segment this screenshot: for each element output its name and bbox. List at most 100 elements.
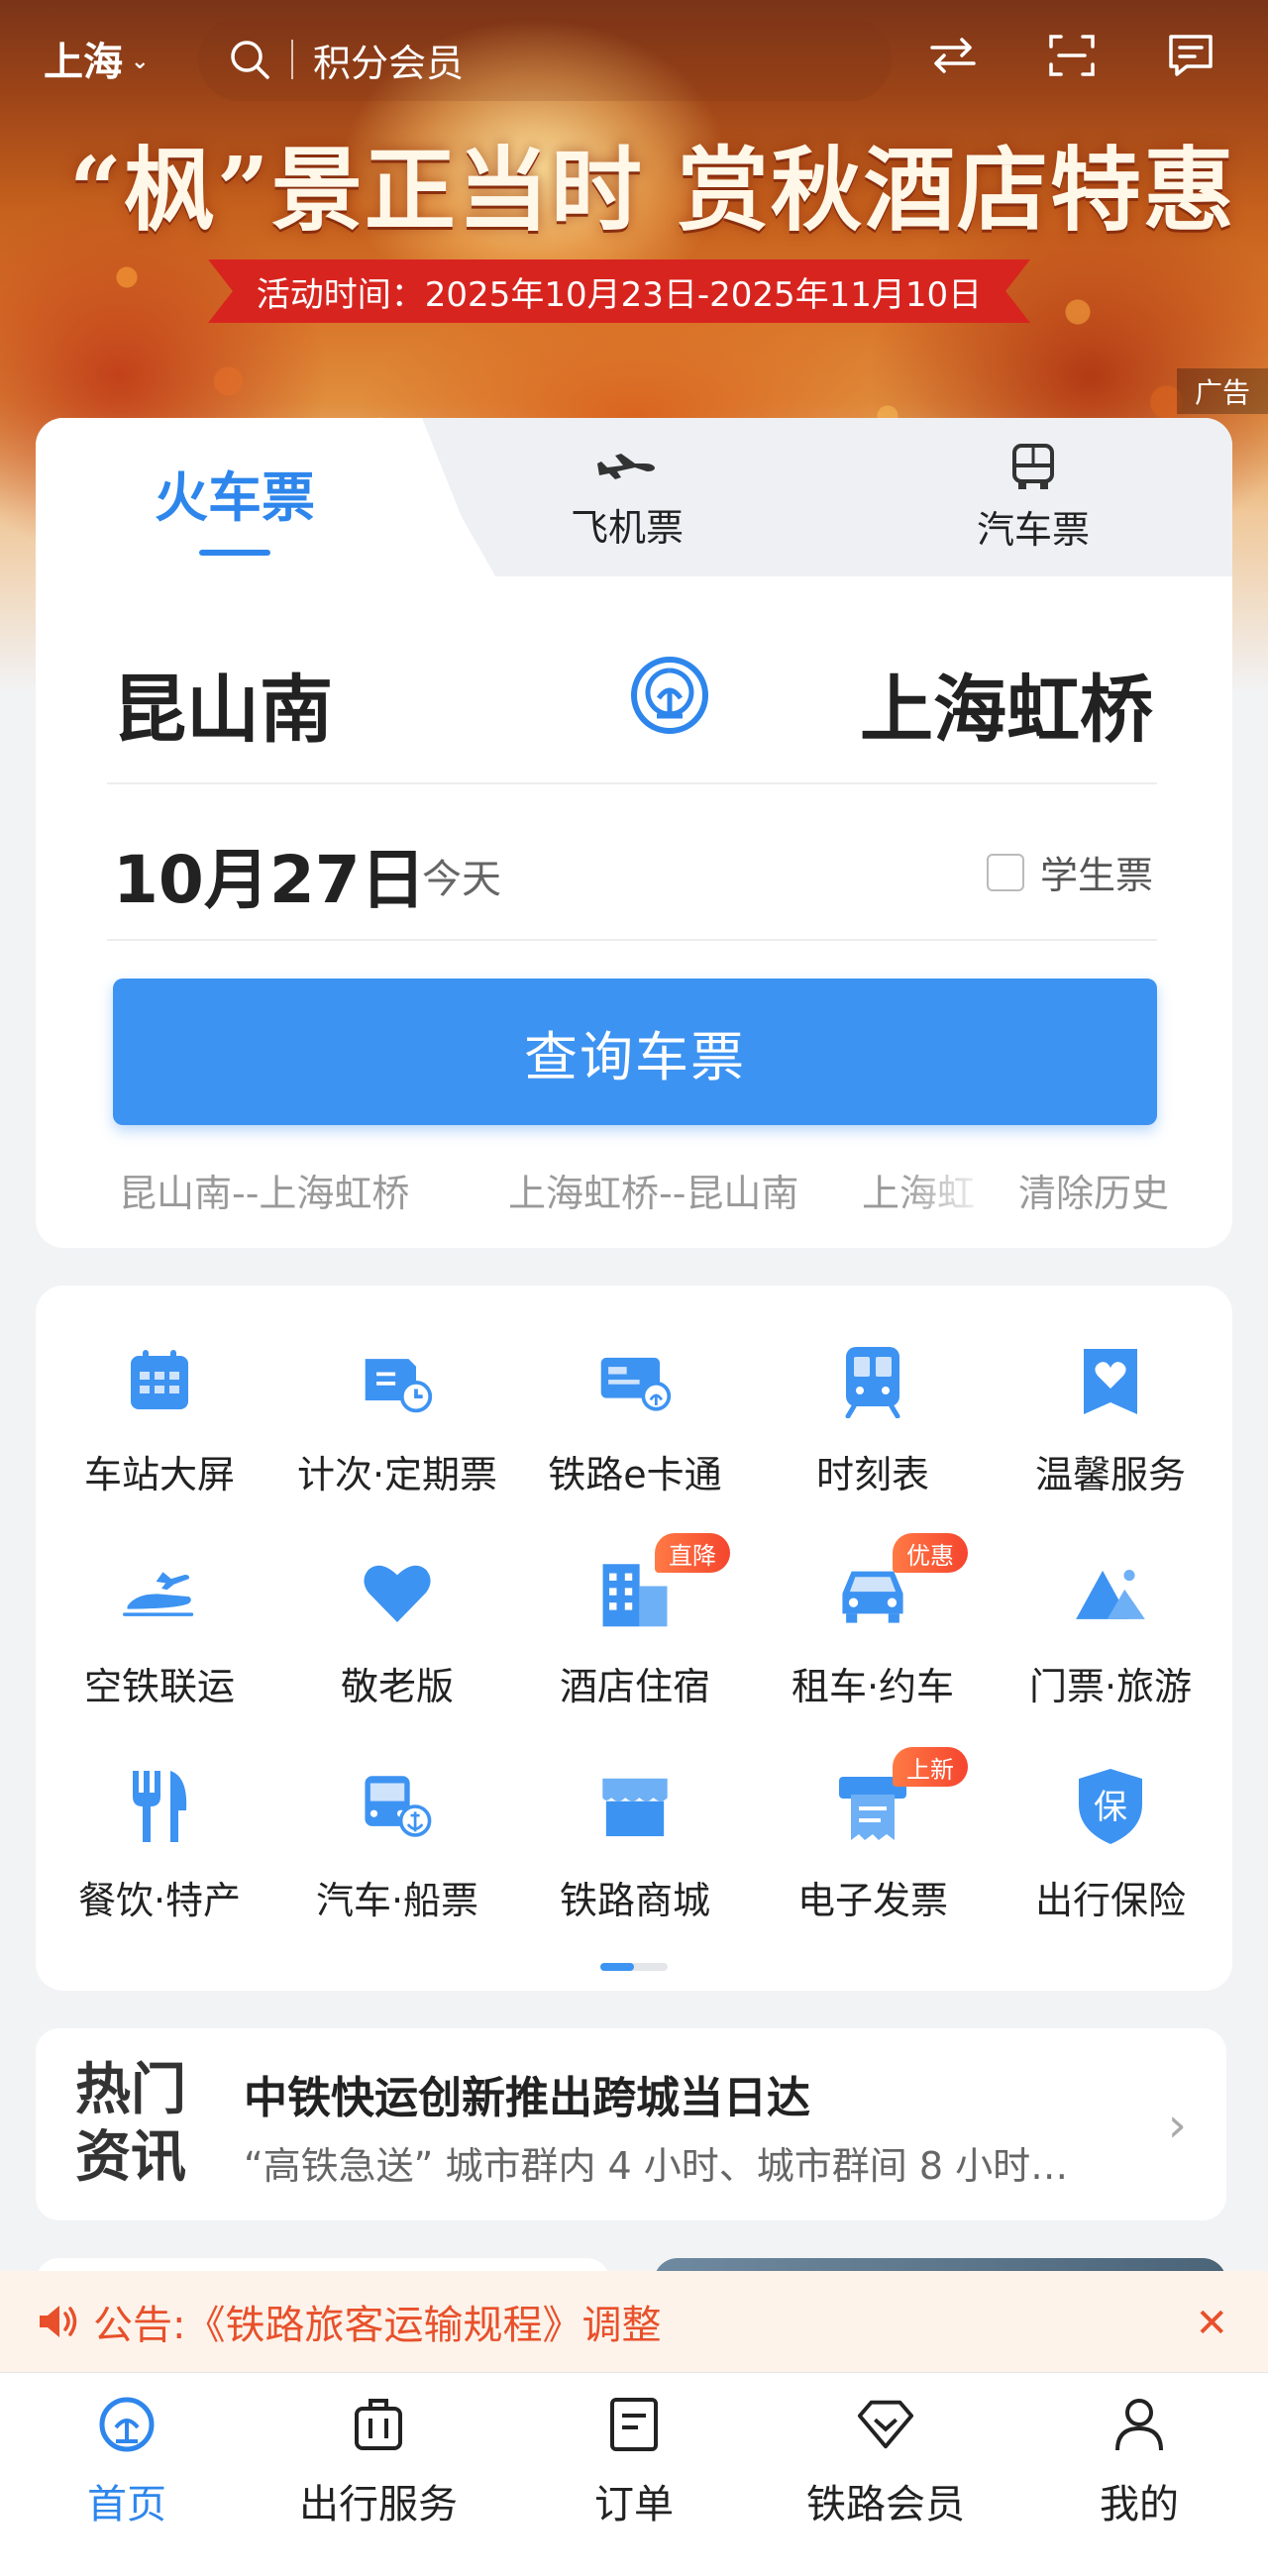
nav-label: 铁路会员 [806, 2482, 965, 2527]
nav-label: 我的 [1100, 2482, 1179, 2527]
nav-home[interactable]: 首页 [18, 2395, 236, 2529]
hot-news-card[interactable]: 热门 资讯 中铁快运创新推出跨城当日达 “高铁急送” 城市群内 4 小时、城市群… [36, 2028, 1226, 2220]
tab-label: 火车票 [155, 466, 315, 529]
service-rail-mall[interactable]: 铁路商城 [516, 1769, 754, 1927]
student-ticket-option[interactable]: 学生票 [986, 845, 1153, 899]
user-icon [1110, 2395, 1169, 2454]
nav-orders[interactable]: 订单 [525, 2395, 743, 2529]
nav-travel-services[interactable]: 出行服务 [269, 2395, 487, 2529]
service-label: 出行保险 [1034, 1879, 1186, 1922]
top-actions [925, 28, 1218, 83]
nav-label: 订单 [594, 2482, 674, 2527]
service-periodic-ticket[interactable]: 计次·定期票 [278, 1343, 516, 1501]
city-label: 上海 [44, 40, 123, 85]
service-label: 电子发票 [796, 1879, 948, 1922]
order-list-icon [604, 2395, 664, 2454]
service-rail-ecard[interactable]: 铁路e卡通 [516, 1343, 754, 1501]
announcement-bar[interactable]: 公告:《铁路旅客运输规程》调整 ✕ [0, 2271, 1268, 2372]
nav-label: 首页 [87, 2482, 166, 2527]
service-air-rail[interactable]: 空铁联运 [41, 1555, 278, 1713]
train-front-icon [835, 1343, 910, 1418]
speaker-icon [40, 2306, 77, 2337]
service-label: 酒店住宿 [559, 1665, 710, 1708]
service-travel-insurance[interactable]: 保 出行保险 [992, 1769, 1229, 1927]
search-history: 昆山南--上海虹桥 上海虹桥--昆山南 上海虹 清除历史 [119, 1163, 1179, 1218]
announcement-text: 公告:《铁路旅客运输规程》调整 [93, 2303, 662, 2348]
nav-label: 出行服务 [299, 2482, 458, 2527]
message-icon[interactable] [1163, 28, 1218, 83]
switch-icon[interactable] [925, 28, 981, 83]
service-label: 铁路e卡通 [548, 1453, 722, 1496]
service-label: 餐饮·特产 [77, 1879, 242, 1922]
search-separator [291, 40, 293, 79]
bus-anchor-icon [360, 1769, 435, 1844]
date-hint: 今天 [422, 857, 501, 902]
service-label: 租车·约车 [791, 1665, 955, 1708]
tab-plane-ticket[interactable]: 飞机票 [571, 450, 684, 552]
arrival-station[interactable]: 上海虹桥 [860, 651, 1153, 757]
ad-tag: 广告 [1177, 368, 1268, 414]
date-divider [107, 939, 1157, 941]
services-grid: 车站大屏 计次·定期票 铁路e卡通 时刻表 温馨服务 空铁联运 敬老版 直降 酒… [36, 1286, 1232, 1991]
service-food-specialty[interactable]: 餐饮·特产 [41, 1769, 278, 1927]
service-label: 汽车·船票 [315, 1879, 479, 1922]
banner-headline: “枫”景正当时 赏秋酒店特惠 [69, 137, 1236, 244]
tab-bus-ticket[interactable]: 汽车票 [977, 442, 1090, 554]
close-icon[interactable]: ✕ [1195, 2301, 1228, 2346]
service-station-screen[interactable]: 车站大屏 [41, 1343, 278, 1501]
diamond-icon [856, 2395, 915, 2454]
service-car-rental[interactable]: 优惠 租车·约车 [754, 1533, 992, 1713]
swap-stations-button[interactable] [625, 651, 714, 744]
tab-label: 汽车票 [977, 508, 1091, 552]
route-row: 昆山南 上海虹桥 [113, 651, 1153, 760]
service-timetable[interactable]: 时刻表 [754, 1343, 992, 1501]
city-selector[interactable]: 上海 ⌄ [44, 30, 149, 87]
service-elderly-mode[interactable]: 敬老版 [278, 1555, 516, 1713]
heart-icon [360, 1555, 435, 1630]
promo-badge: 优惠 [893, 1533, 968, 1573]
top-bar: 上海 ⌄ 积分会员 [0, 0, 1268, 109]
departure-station[interactable]: 昆山南 [113, 651, 333, 757]
service-tickets-travel[interactable]: 门票·旅游 [992, 1555, 1229, 1713]
query-tickets-button[interactable]: 查询车票 [113, 979, 1157, 1125]
news-tag: 热门 资讯 [75, 2056, 214, 2191]
invoice-printer-icon: 上新 [835, 1747, 968, 1844]
service-label: 时刻表 [815, 1453, 929, 1496]
rail-card-icon [597, 1343, 673, 1418]
student-ticket-checkbox[interactable] [986, 853, 1024, 891]
service-label: 门票·旅游 [1028, 1665, 1193, 1708]
search-placeholder: 积分会员 [313, 41, 465, 85]
hotel-icon: 直降 [597, 1533, 730, 1630]
search-icon [231, 41, 269, 79]
luggage-icon [349, 2395, 408, 2454]
railway-logo-icon [97, 2395, 157, 2454]
history-item[interactable]: 上海虹 [862, 1163, 991, 1217]
history-item[interactable]: 上海虹桥--昆山南 [508, 1163, 798, 1217]
promo-badge: 上新 [893, 1747, 968, 1787]
plane-icon [597, 454, 655, 479]
student-ticket-label: 学生票 [1039, 854, 1153, 897]
search-bar[interactable]: 积分会员 [198, 18, 892, 101]
news-title: 中铁快运创新推出跨城当日达 [244, 2073, 810, 2123]
nav-mine[interactable]: 我的 [1030, 2395, 1248, 2529]
service-label: 敬老版 [340, 1665, 454, 1708]
clear-history-button[interactable]: 清除历史 [1018, 1163, 1169, 1217]
service-bus-ferry[interactable]: 汽车·船票 [278, 1769, 516, 1927]
nav-rail-member[interactable]: 铁路会员 [777, 2395, 995, 2529]
news-tag-line: 资讯 [75, 2124, 186, 2190]
history-item[interactable]: 昆山南--上海虹桥 [119, 1163, 409, 1217]
news-tag-line: 热门 [75, 2057, 186, 2122]
tab-label: 飞机票 [571, 506, 685, 550]
services-pager [600, 1963, 668, 1971]
service-label: 空铁联运 [83, 1665, 235, 1708]
service-care[interactable]: 温馨服务 [992, 1343, 1229, 1501]
tab-train-ticket[interactable]: 火车票 [155, 454, 315, 556]
ticket-clock-icon [360, 1343, 435, 1418]
tab-underline [199, 550, 270, 556]
service-label: 计次·定期票 [296, 1453, 498, 1496]
scan-icon[interactable] [1044, 28, 1100, 83]
service-e-invoice[interactable]: 上新 电子发票 [754, 1747, 992, 1927]
service-label: 车站大屏 [83, 1453, 235, 1496]
service-hotel[interactable]: 直降 酒店住宿 [516, 1533, 754, 1713]
date-row[interactable]: 10月27日 今天 学生票 [113, 817, 1153, 936]
